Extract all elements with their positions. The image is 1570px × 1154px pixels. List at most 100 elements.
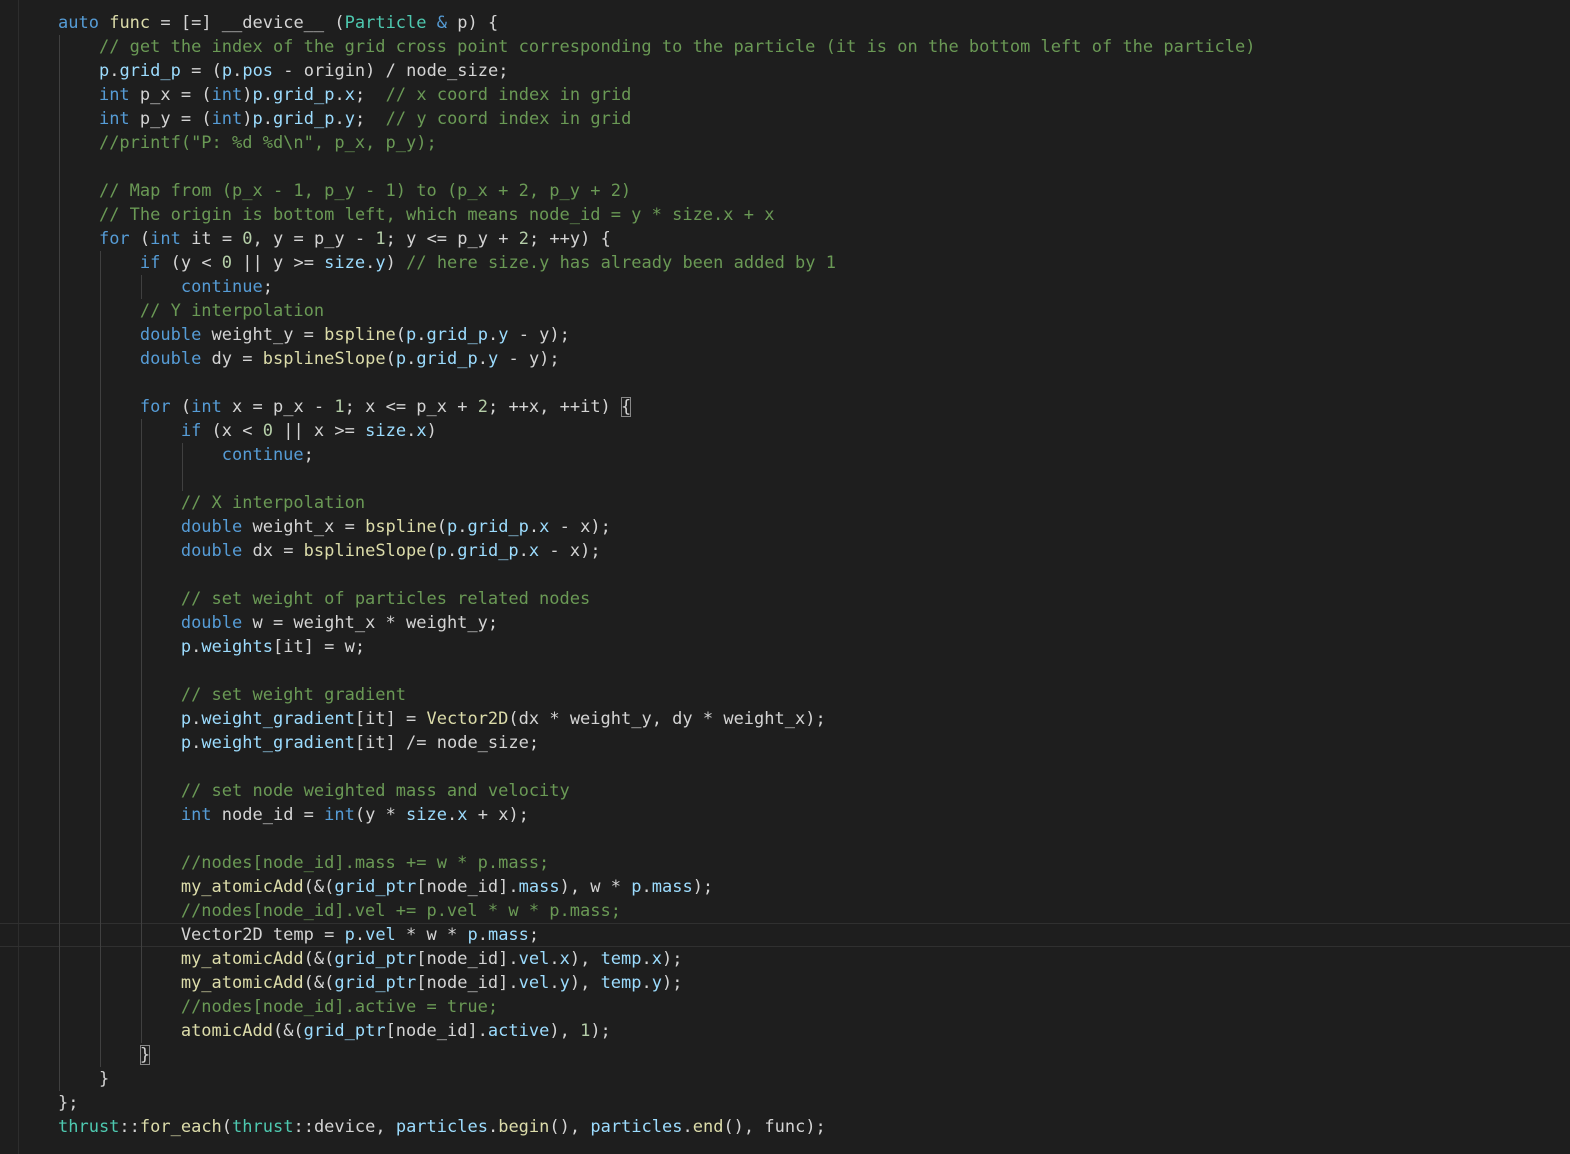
- indent-guide: [140, 515, 142, 539]
- code-token: p: [180, 733, 192, 753]
- code-line[interactable]: Vector2D temp = p.vel * w * p.mass;: [0, 923, 1570, 947]
- indent-guide: [140, 755, 142, 779]
- code-editor[interactable]: auto func = [=] __device__ (Particle & p…: [0, 0, 1570, 1154]
- code-line[interactable]: double weight_y = bspline(p.grid_p.y - y…: [0, 323, 1570, 347]
- indent-guide: [99, 1019, 101, 1043]
- code-token: double: [180, 517, 243, 537]
- code-token: vel: [518, 949, 550, 969]
- code-line[interactable]: [0, 827, 1570, 851]
- indent-guide: [59, 851, 60, 875]
- code-token: .: [262, 85, 274, 105]
- code-line[interactable]: // set node weighted mass and velocity: [0, 779, 1570, 803]
- code-line[interactable]: for (int it = 0, y = p_y - 1; y <= p_y +…: [0, 227, 1570, 251]
- code-line[interactable]: my_atomicAdd(&(grid_ptr[node_id].vel.x),…: [0, 947, 1570, 971]
- code-token: .: [191, 733, 202, 753]
- code-line[interactable]: //nodes[node_id].active = true;: [0, 995, 1570, 1019]
- code-token: x: [528, 541, 540, 561]
- code-token: vel: [518, 973, 550, 993]
- code-line[interactable]: thrust::for_each(thrust::device, particl…: [0, 1115, 1570, 1139]
- code-line[interactable]: [0, 467, 1570, 491]
- indent-guide: [99, 371, 101, 395]
- code-token: ; y <= p_y +: [385, 229, 519, 249]
- code-token: .: [191, 637, 202, 657]
- code-line[interactable]: // The origin is bottom left, which mean…: [0, 203, 1570, 227]
- code-line[interactable]: auto func = [=] __device__ (Particle & p…: [0, 11, 1570, 35]
- code-line[interactable]: for (int x = p_x - 1; x <= p_x + 2; ++x,…: [0, 395, 1570, 419]
- code-line[interactable]: };: [0, 1091, 1570, 1115]
- code-line[interactable]: p.weight_gradient[it] = Vector2D(dx * we…: [0, 707, 1570, 731]
- code-line[interactable]: my_atomicAdd(&(grid_ptr[node_id].mass), …: [0, 875, 1570, 899]
- code-line[interactable]: //nodes[node_id].mass += w * p.mass;: [0, 851, 1570, 875]
- code-line[interactable]: double w = weight_x * weight_y;: [0, 611, 1570, 635]
- code-line[interactable]: // get the index of the grid cross point…: [0, 35, 1570, 59]
- indent-guide: [99, 395, 101, 419]
- code-token: p: [252, 109, 263, 129]
- code-token: dx =: [242, 541, 304, 561]
- indent-guide: [59, 635, 60, 659]
- code-line[interactable]: int p_x = (int)p.grid_p.x; // x coord in…: [0, 83, 1570, 107]
- code-token: p: [467, 925, 478, 945]
- code-line[interactable]: [0, 755, 1570, 779]
- code-token: 2: [518, 229, 529, 249]
- code-token: .: [477, 349, 488, 369]
- code-token: [node_id].: [416, 973, 519, 993]
- code-line[interactable]: p.weight_gradient[it] /= node_size;: [0, 731, 1570, 755]
- code-line[interactable]: }: [0, 1067, 1570, 1091]
- code-line[interactable]: p.grid_p = (p.pos - origin) / node_size;: [0, 59, 1570, 83]
- code-line[interactable]: //printf("P: %d %d\n", p_x, p_y);: [0, 131, 1570, 155]
- code-line[interactable]: // set weight gradient: [0, 683, 1570, 707]
- code-line[interactable]: continue;: [0, 443, 1570, 467]
- code-line[interactable]: if (y < 0 || y >= size.y) // here size.y…: [0, 251, 1570, 275]
- code-line[interactable]: atomicAdd(&(grid_ptr[node_id].active), 1…: [0, 1019, 1570, 1043]
- indent-guide: [59, 995, 60, 1019]
- code-line[interactable]: int p_y = (int)p.grid_p.y; // y coord in…: [0, 107, 1570, 131]
- code-line[interactable]: double dy = bsplineSlope(p.grid_p.y - y)…: [0, 347, 1570, 371]
- indent-guide: [59, 443, 60, 467]
- code-line[interactable]: double weight_x = bspline(p.grid_p.x - x…: [0, 515, 1570, 539]
- code-token: .: [549, 973, 560, 993]
- indent-guide: [140, 971, 142, 995]
- indent-guide: [59, 779, 60, 803]
- code-token: - origin) / node_size;: [273, 61, 509, 81]
- code-line[interactable]: [0, 563, 1570, 587]
- code-line[interactable]: p.weights[it] = w;: [0, 635, 1570, 659]
- code-line[interactable]: [0, 659, 1570, 683]
- code-token: x: [539, 517, 550, 537]
- code-token: // set node weighted mass and velocity: [180, 781, 570, 801]
- code-line[interactable]: // set weight of particles related nodes: [0, 587, 1570, 611]
- indent-guide: [99, 707, 101, 731]
- code-token: }: [58, 1069, 110, 1089]
- code-token: ; x <= p_x +: [344, 397, 478, 417]
- code-token: //nodes[node_id].mass += w * p.mass;: [180, 853, 550, 873]
- code-line[interactable]: continue;: [0, 275, 1570, 299]
- code-token: atomicAdd: [180, 1021, 273, 1041]
- code-line[interactable]: int node_id = int(y * size.x + x);: [0, 803, 1570, 827]
- code-line[interactable]: [0, 155, 1570, 179]
- code-line[interactable]: // X interpolation: [0, 491, 1570, 515]
- indent-guide: [99, 731, 101, 755]
- code-line[interactable]: // Y interpolation: [0, 299, 1570, 323]
- indent-guide: [59, 419, 60, 443]
- code-token: .: [457, 517, 468, 537]
- code-line[interactable]: //nodes[node_id].vel += p.vel * w * p.ma…: [0, 899, 1570, 923]
- code-line[interactable]: my_atomicAdd(&(grid_ptr[node_id].vel.y),…: [0, 971, 1570, 995]
- indent-guide: [59, 563, 60, 587]
- indent-guide: [59, 83, 60, 107]
- code-token: mass: [518, 877, 560, 897]
- code-line[interactable]: [0, 371, 1570, 395]
- code-line[interactable]: // Map from (p_x - 1, p_y - 1) to (p_x +…: [0, 179, 1570, 203]
- code-line[interactable]: }: [0, 1043, 1570, 1067]
- code-lines[interactable]: auto func = [=] __device__ (Particle & p…: [0, 11, 1570, 1139]
- code-line[interactable]: if (x < 0 || x >= size.x): [0, 419, 1570, 443]
- code-token: .: [549, 949, 560, 969]
- indent-guide: [140, 899, 142, 923]
- indent-guide: [99, 419, 101, 443]
- code-token: int: [211, 85, 243, 105]
- code-token: ; ++y) {: [528, 229, 611, 249]
- code-line[interactable]: double dx = bsplineSlope(p.grid_p.x - x)…: [0, 539, 1570, 563]
- code-token: // get the index of the grid cross point…: [98, 37, 1256, 57]
